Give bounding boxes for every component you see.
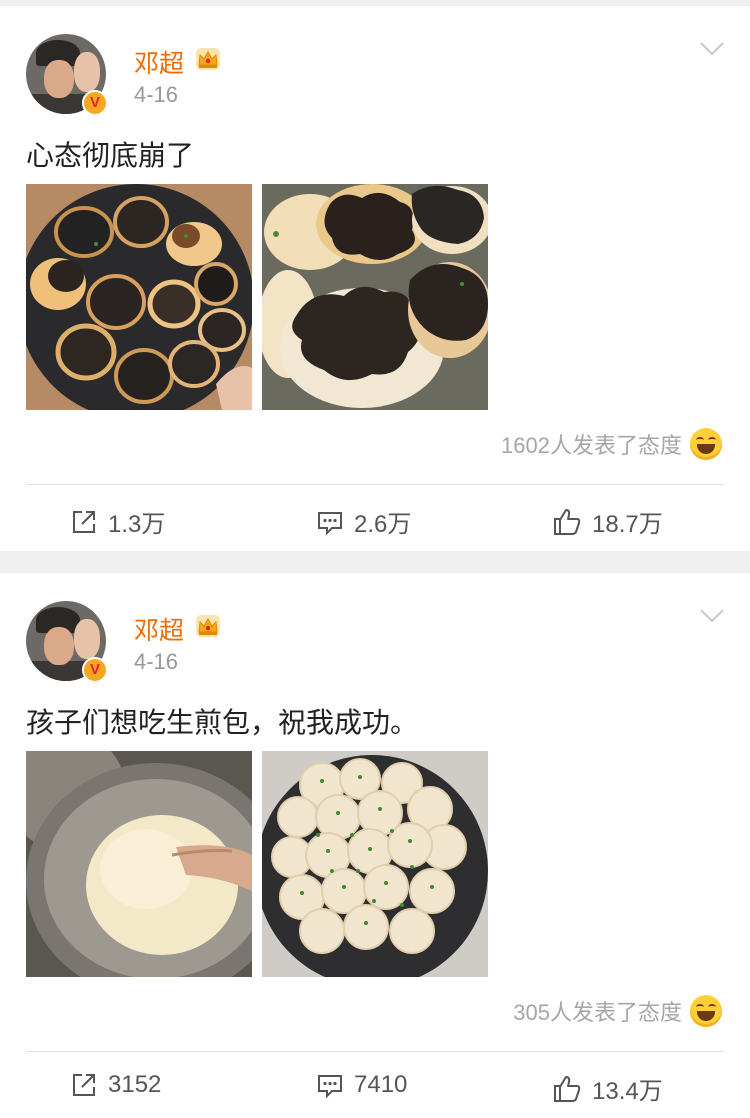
post-date: 4-16 <box>134 649 179 674</box>
reactions-count: 305 <box>513 1000 550 1025</box>
repost-button[interactable]: 1.3万 <box>70 504 165 539</box>
verified-badge-icon: V <box>82 90 108 116</box>
reactions-label: 人发表了态度 <box>549 434 682 459</box>
action-bar: 3152 7410 13.4万 <box>0 1051 750 1118</box>
thumbs-up-icon <box>554 1075 581 1102</box>
like-button[interactable]: 18.7万 <box>552 504 663 539</box>
post-text: 心态彻底崩了 <box>26 139 195 172</box>
thumbs-up-icon <box>554 508 581 535</box>
verified-badge-icon: V <box>82 657 108 683</box>
chevron-down-icon[interactable] <box>700 42 724 56</box>
repost-icon <box>73 1074 95 1096</box>
post-photo[interactable] <box>26 751 252 977</box>
laughing-emoji-icon <box>690 995 722 1027</box>
comment-icon <box>318 1075 342 1099</box>
reactions-label: 人发表了态度 <box>549 1001 682 1026</box>
comment-count: 2.6万 <box>354 511 412 538</box>
repost-button[interactable]: 3152 <box>70 1071 161 1099</box>
reactions-count: 1602 <box>501 433 550 458</box>
post-date: 4-16 <box>134 82 179 107</box>
repost-count: 1.3万 <box>108 511 166 538</box>
comment-count: 7410 <box>354 1071 408 1098</box>
feed-card: V 邓超 4-16 心态彻底崩了 1602人发表了态度 1.3万 2.6万 18… <box>0 6 750 551</box>
chevron-down-icon[interactable] <box>700 609 724 623</box>
like-button[interactable]: 13.4万 <box>552 1071 663 1106</box>
reactions-summary[interactable]: 1602人发表了态度 <box>501 428 722 460</box>
comment-button[interactable]: 2.6万 <box>316 504 411 539</box>
repost-icon <box>73 510 95 533</box>
like-count: 13.4万 <box>592 1078 663 1105</box>
avatar[interactable]: V <box>26 34 108 116</box>
reactions-summary[interactable]: 305人发表了态度 <box>513 995 722 1027</box>
username[interactable]: 邓超 <box>134 611 184 647</box>
repost-count: 3152 <box>108 1071 162 1098</box>
post-text: 孩子们想吃生煎包，祝我成功。 <box>26 706 419 739</box>
crown-icon <box>196 615 220 637</box>
post-photo[interactable] <box>262 184 488 410</box>
feed-card: V 邓超 4-16 孩子们想吃生煎包，祝我成功。 305人发表了态度 3152 … <box>0 573 750 1118</box>
comment-icon <box>318 511 342 535</box>
avatar[interactable]: V <box>26 601 108 683</box>
post-photo[interactable] <box>262 751 488 977</box>
post-photo[interactable] <box>26 184 252 410</box>
action-bar: 1.3万 2.6万 18.7万 <box>0 484 750 551</box>
username[interactable]: 邓超 <box>134 44 184 80</box>
laughing-emoji-icon <box>690 428 722 460</box>
comment-button[interactable]: 7410 <box>316 1071 407 1099</box>
crown-icon <box>196 48 220 70</box>
like-count: 18.7万 <box>592 511 663 538</box>
